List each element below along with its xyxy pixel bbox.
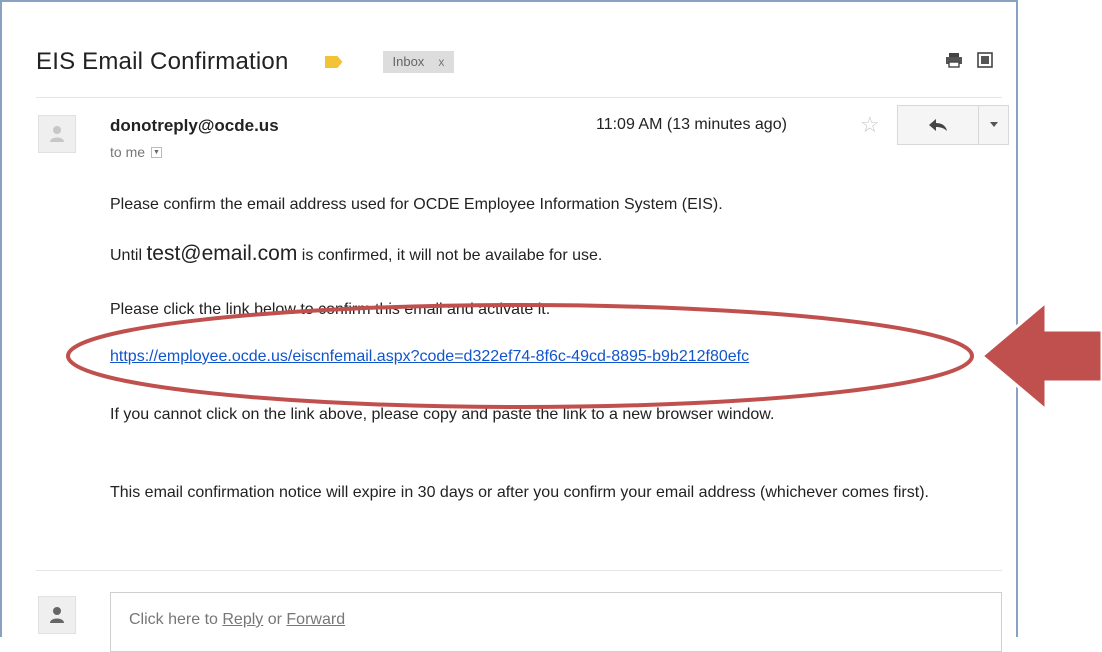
- avatar-icon: [50, 126, 64, 142]
- body-paragraph-3: Please click the link below to confirm t…: [110, 301, 551, 318]
- reply-box-prefix: Click here to: [129, 611, 223, 628]
- reply-button-group: [897, 105, 1009, 145]
- body-paragraph-1: Please confirm the email address used fo…: [110, 196, 723, 213]
- importance-marker-icon[interactable]: [324, 56, 343, 68]
- forward-link[interactable]: Forward: [286, 611, 345, 628]
- reply-button[interactable]: [898, 106, 979, 144]
- avatar-icon: [50, 607, 64, 623]
- body-p2-email: test@email.com: [146, 242, 298, 265]
- header-divider: [36, 97, 1002, 98]
- my-avatar: [38, 596, 76, 634]
- top-icons: [945, 52, 993, 73]
- label-chip-remove[interactable]: x: [438, 55, 444, 69]
- confirm-link[interactable]: https://employee.ocde.us/eiscnfemail.asp…: [110, 348, 749, 365]
- sender-avatar[interactable]: [38, 115, 76, 153]
- show-details-caret-icon[interactable]: ▼: [151, 146, 163, 158]
- body-link-row: https://employee.ocde.us/eiscnfemail.asp…: [110, 346, 990, 368]
- quick-reply-box[interactable]: Click here to Reply or Forward: [110, 592, 1002, 652]
- body-paragraph-4: If you cannot click on the link above, p…: [110, 406, 775, 423]
- recipient-text: to me: [110, 144, 146, 160]
- reply-box-middle: or: [263, 611, 287, 628]
- label-chip-text: Inbox: [392, 54, 425, 69]
- email-subject: EIS Email Confirmation: [36, 48, 289, 75]
- reply-divider: [36, 570, 1002, 571]
- sender-address[interactable]: donotreply@ocde.us: [110, 116, 279, 136]
- body-p2-suffix: is confirmed, it will not be availabe fo…: [297, 247, 603, 264]
- new-window-icon[interactable]: [977, 52, 993, 73]
- subject-row: EIS Email Confirmation Inbox x: [36, 44, 455, 80]
- recipient-line: to me ▼: [110, 144, 163, 160]
- more-actions-button[interactable]: [979, 106, 1008, 144]
- print-icon[interactable]: [945, 52, 963, 73]
- star-icon[interactable]: ☆: [860, 112, 880, 138]
- reply-icon: [929, 119, 947, 131]
- body-paragraph-2: Until test@email.com is confirmed, it wi…: [110, 243, 990, 267]
- reply-link[interactable]: Reply: [222, 611, 263, 628]
- label-chip-inbox[interactable]: Inbox x: [382, 51, 455, 73]
- body-p2-prefix: Until: [110, 247, 147, 264]
- body-paragraph-5: This email confirmation notice will expi…: [110, 484, 929, 501]
- chevron-down-icon: [989, 122, 998, 127]
- email-timestamp: 11:09 AM (13 minutes ago): [596, 116, 787, 133]
